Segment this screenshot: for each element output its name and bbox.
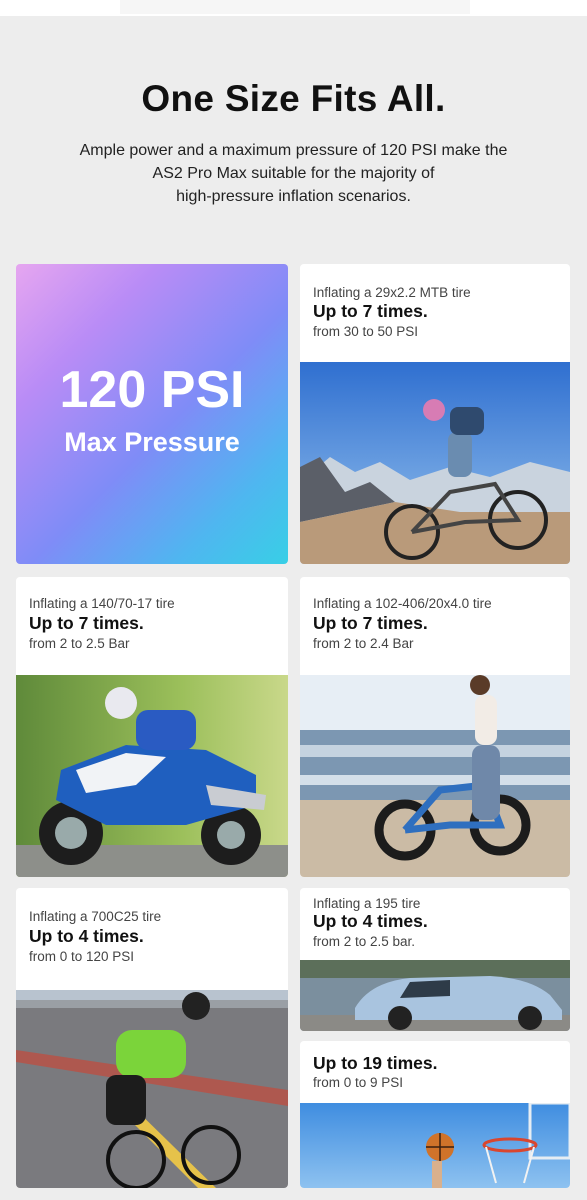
card-range: from 2 to 2.4 Bar [313,636,414,651]
card-headline: Up to 4 times. [313,911,428,931]
max-pressure-value: 120 PSI [59,361,245,419]
card-range: from 0 to 120 PSI [29,949,135,964]
card-range: from 2 to 2.5 bar. [313,934,416,949]
card-caption: Inflating a 700C25 tire [29,909,162,924]
card-headline: Up to 4 times. [29,926,144,946]
card-range: from 30 to 50 PSI [313,324,419,339]
subtitle-line: high-pressure inflation scenarios. [176,188,411,205]
basketball-photo [300,1103,570,1188]
section-subtitle: Ample power and a maximum pressure of 12… [40,139,547,208]
motorcycle-tire-card: Inflating a 140/70-17 tire Up to 7 times… [16,577,288,877]
car-photo [300,960,570,1031]
road-bike-photo [16,990,288,1188]
top-strip-line [120,0,470,14]
card-headline: Up to 7 times. [313,613,428,633]
card-range: from 0 to 9 PSI [313,1075,404,1090]
top-strip [0,0,587,16]
mtb-tire-card: Inflating a 29x2.2 MTB tire Up to 7 time… [300,264,570,564]
card-headline: Up to 7 times. [29,613,144,633]
road-tire-card: Inflating a 700C25 tire Up to 4 times. f… [16,888,288,1188]
ball-card: Up to 19 times. from 0 to 9 PSI [300,1041,570,1188]
section-title: One Size Fits All. [141,78,446,119]
motorcycle-photo [16,675,288,877]
fat-tire-ebike-photo [300,675,570,877]
max-pressure-label: Max Pressure [64,427,240,457]
car-tire-card: Inflating a 195 tire Up to 4 times. from… [300,888,570,1031]
mountain-bike-photo [300,362,570,564]
card-caption: Inflating a 29x2.2 MTB tire [313,285,471,300]
card-caption: Inflating a 102-406/20x4.0 tire [313,596,492,611]
max-pressure-tile: 120 PSI Max Pressure [16,264,288,564]
card-headline: Up to 19 times. [313,1053,438,1073]
subtitle-line: Ample power and a maximum pressure of 12… [79,142,508,159]
card-range: from 2 to 2.5 Bar [29,636,130,651]
card-caption: Inflating a 195 tire [313,896,421,911]
card-caption: Inflating a 140/70-17 tire [29,596,175,611]
subtitle-line: AS2 Pro Max suitable for the majority of [152,165,435,182]
card-headline: Up to 7 times. [313,301,428,321]
fat-tire-card: Inflating a 102-406/20x4.0 tire Up to 7 … [300,577,570,877]
